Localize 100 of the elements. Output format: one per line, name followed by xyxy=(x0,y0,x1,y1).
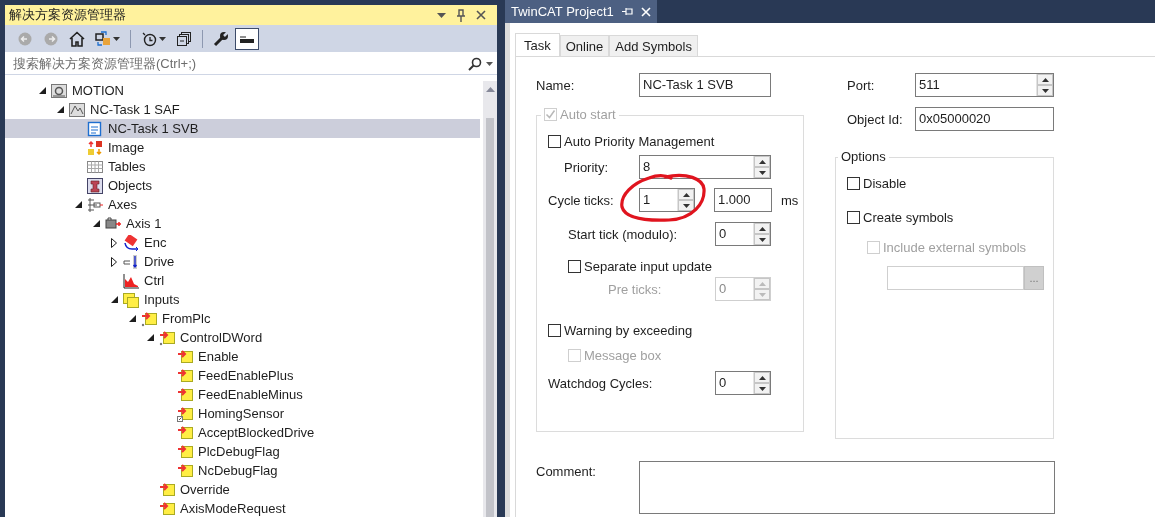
scrollbar-thumb[interactable] xyxy=(486,118,494,517)
toolbar-button[interactable] xyxy=(235,27,259,50)
checkbox[interactable] xyxy=(568,259,581,273)
expanded-arrow-icon[interactable] xyxy=(74,201,82,208)
collapsed-arrow-icon[interactable] xyxy=(111,256,117,267)
tab[interactable]: Online xyxy=(559,35,610,56)
tab[interactable]: Task xyxy=(515,33,560,57)
spin-field[interactable]: 8 xyxy=(639,155,771,179)
down-arrow-icon xyxy=(758,237,766,242)
tab[interactable]: Add Symbols xyxy=(609,35,698,56)
tree-item[interactable]: PlcDebugFlag xyxy=(5,442,480,461)
variable-icon xyxy=(177,386,193,403)
spin-down-button[interactable] xyxy=(678,200,694,211)
scrollbar[interactable] xyxy=(480,81,497,517)
comment-field[interactable] xyxy=(639,461,1055,514)
variable-icon xyxy=(177,462,193,479)
spin-field[interactable]: 1 xyxy=(639,188,695,212)
back-icon xyxy=(17,30,33,47)
tree-item[interactable]: NC-Task 1 SAF xyxy=(5,100,480,119)
tree-item[interactable]: AcceptBlockedDrive xyxy=(5,423,480,442)
tree-item[interactable]: Enable xyxy=(5,347,480,366)
search-field[interactable]: 搜索解决方案资源管理器(Ctrl+;) xyxy=(13,56,468,71)
checkbox[interactable] xyxy=(847,210,860,224)
tree-item[interactable]: Enc xyxy=(5,233,480,252)
document-icon xyxy=(87,120,103,137)
checkbox-label: Separate input update xyxy=(584,258,712,274)
spin-up-button[interactable] xyxy=(678,189,694,200)
variable-icon xyxy=(159,500,175,517)
spin-up-button[interactable] xyxy=(754,223,770,234)
spin-up-button[interactable] xyxy=(754,156,770,167)
name-field[interactable]: NC-Task 1 SVB xyxy=(639,73,771,97)
down-arrow-icon xyxy=(758,292,766,297)
spin-up-button[interactable] xyxy=(1037,74,1053,85)
checkbox-label: Message box xyxy=(584,347,662,363)
document-tab-title: TwinCAT Project1 xyxy=(511,4,614,19)
object-id-field[interactable]: 0x05000020 xyxy=(915,107,1054,131)
checkbox-label: Auto start xyxy=(560,107,616,122)
collapse-all-icon xyxy=(176,30,192,47)
tree-item[interactable]: Axes xyxy=(5,195,480,214)
spin-field[interactable]: 511 xyxy=(915,73,1054,97)
tree-item[interactable]: HomingSensor xyxy=(5,404,480,423)
variable-icon xyxy=(177,443,193,460)
spin-down-button[interactable] xyxy=(1037,85,1053,96)
time-field[interactable]: 1.000 xyxy=(714,188,772,212)
checkbox-label: Disable xyxy=(863,175,907,191)
tree-item[interactable]: Ctrl xyxy=(5,271,480,290)
tree-item[interactable]: Objects xyxy=(5,176,480,195)
pin-icon[interactable] xyxy=(621,7,633,16)
caret-icon xyxy=(113,36,120,41)
clock-icon xyxy=(141,30,157,47)
forward-icon xyxy=(43,30,59,47)
field-label: Comment: xyxy=(536,463,597,481)
collapsed-arrow-icon[interactable] xyxy=(111,237,117,248)
arrows-squares-icon xyxy=(87,139,103,156)
tree-item[interactable]: NcDebugFlag xyxy=(5,461,480,480)
scroll-up-icon[interactable] xyxy=(485,87,495,92)
spin-down-button[interactable] xyxy=(754,383,770,394)
spin-field[interactable]: 0 xyxy=(715,371,771,395)
spin-up-button[interactable] xyxy=(754,372,770,383)
field-label: Pre ticks: xyxy=(607,281,663,297)
group-title: Options xyxy=(841,149,886,164)
tree-item[interactable]: MOTION xyxy=(5,81,480,100)
expanded-arrow-icon[interactable] xyxy=(38,87,46,94)
gear-box-icon xyxy=(51,82,67,99)
expanded-arrow-icon[interactable] xyxy=(146,334,154,341)
tree-item[interactable]: AxisModeRequest xyxy=(5,499,480,517)
encoder-icon xyxy=(123,234,139,251)
caret-icon xyxy=(159,36,166,41)
close-icon[interactable] xyxy=(640,6,651,17)
tree-item[interactable]: Tables xyxy=(5,157,480,176)
tree-item[interactable]: NC-Task 1 SVB xyxy=(5,119,480,138)
tree-item[interactable]: FeedEnablePlus xyxy=(5,366,480,385)
checkbox-label: Auto Priority Management xyxy=(564,133,715,149)
document-tab[interactable]: TwinCAT Project1 xyxy=(505,0,657,23)
tree-item[interactable]: ControlDWord xyxy=(5,328,480,347)
spin-down-button[interactable] xyxy=(754,234,770,245)
pin-icon xyxy=(456,8,466,22)
tree-item[interactable]: Axis 1 xyxy=(5,214,480,233)
expanded-arrow-icon[interactable] xyxy=(92,220,100,227)
tree-item[interactable]: Image xyxy=(5,138,480,157)
unit-label: ms xyxy=(780,192,799,208)
checkbox[interactable] xyxy=(548,323,561,337)
spin-down-button[interactable] xyxy=(754,167,770,178)
chart-box-icon xyxy=(69,101,85,118)
checkbox[interactable] xyxy=(847,176,860,190)
expanded-arrow-icon[interactable] xyxy=(56,106,64,113)
tree-item[interactable]: Drive xyxy=(5,252,480,271)
checkbox[interactable] xyxy=(548,134,561,148)
down-arrow-icon xyxy=(758,170,766,175)
field-label: Start tick (modulo): xyxy=(567,226,679,242)
expanded-arrow-icon[interactable] xyxy=(110,296,118,303)
tree-item[interactable]: FeedEnableMinus xyxy=(5,385,480,404)
up-arrow-icon xyxy=(758,375,766,380)
tree-item[interactable]: Override xyxy=(5,480,480,499)
spin-field[interactable]: 0 xyxy=(715,222,771,246)
tree-item[interactable]: Inputs xyxy=(5,290,480,309)
field-label: Port: xyxy=(847,77,876,93)
caret-icon xyxy=(486,61,493,66)
expanded-arrow-icon[interactable] xyxy=(128,315,136,322)
tree-item[interactable]: FromPlc xyxy=(5,309,480,328)
